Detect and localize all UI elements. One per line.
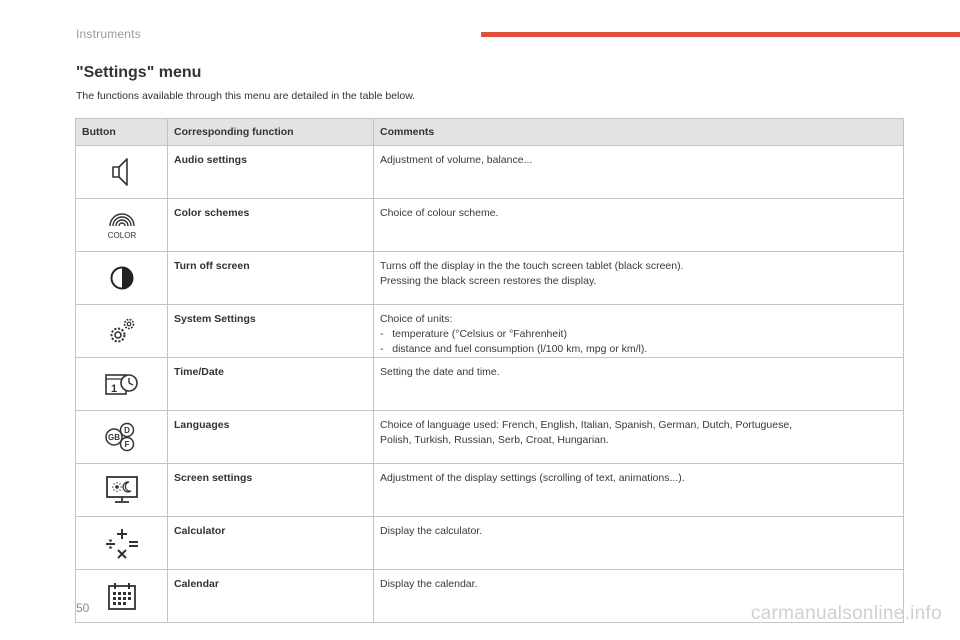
table-row: D GB F Languages Choice of language used… bbox=[75, 410, 904, 464]
lang-label-f: F bbox=[124, 440, 129, 449]
comment-cell: Adjustment of the display settings (scro… bbox=[373, 463, 904, 517]
comment-cell: Adjustment of volume, balance... bbox=[373, 145, 904, 199]
comment-cell: Turns off the display in the the touch s… bbox=[373, 251, 904, 305]
comment-line: Adjustment of volume, balance... bbox=[380, 154, 533, 166]
watermark: carmanualsonline.info bbox=[750, 603, 942, 624]
comment-line: Display the calculator. bbox=[380, 525, 483, 537]
button-cell bbox=[75, 304, 168, 358]
button-cell bbox=[75, 463, 168, 517]
function-name: System Settings bbox=[167, 304, 374, 358]
calendar-clock-icon: 1 bbox=[104, 374, 138, 395]
comment-line: Turns off the display in the the touch s… bbox=[380, 260, 684, 272]
function-name: Calculator bbox=[167, 516, 374, 570]
comment-line: Display the calendar. bbox=[380, 578, 478, 590]
function-name: Languages bbox=[167, 410, 374, 464]
intro-text: The functions available through this men… bbox=[76, 90, 416, 102]
table-row: Audio settings Adjustment of volume, bal… bbox=[75, 145, 904, 199]
comment-cell: Display the calculator. bbox=[373, 516, 904, 570]
button-cell: COLOR bbox=[75, 198, 168, 252]
function-name: Audio settings bbox=[167, 145, 374, 199]
button-cell bbox=[75, 145, 168, 199]
page-number: 50 bbox=[76, 601, 90, 615]
comment-line: Choice of language used: French, English… bbox=[380, 419, 793, 431]
comment-line: Choice of units: bbox=[380, 313, 453, 325]
header-accent-bar bbox=[481, 32, 960, 37]
comment-cell: Choice of language used: French, English… bbox=[373, 410, 904, 464]
gears-icon bbox=[110, 318, 134, 343]
calendar-day-label: 1 bbox=[110, 383, 116, 395]
page-title: "Settings" menu bbox=[76, 64, 202, 81]
comment-cell: Choice of units: - temperature (°Celsius… bbox=[373, 304, 904, 358]
screen-day-night-icon bbox=[105, 476, 138, 503]
column-header-function: Corresponding function bbox=[167, 118, 374, 146]
lang-label-gb: GB bbox=[108, 433, 120, 442]
lang-label-d: D bbox=[124, 426, 130, 435]
color-icon-label: COLOR bbox=[107, 231, 136, 240]
table-row: System Settings Choice of units: - tempe… bbox=[75, 304, 904, 358]
function-name: Time/Date bbox=[167, 357, 374, 411]
table-row: Turn off screen Turns off the display in… bbox=[75, 251, 904, 305]
button-cell: D GB F bbox=[75, 410, 168, 464]
column-header-button: Button bbox=[75, 118, 168, 146]
comment-line: Pressing the black screen restores the d… bbox=[380, 275, 597, 287]
function-name: Color schemes bbox=[167, 198, 374, 252]
comment-cell: Setting the date and time. bbox=[373, 357, 904, 411]
calculator-icon bbox=[105, 529, 138, 559]
function-name: Turn off screen bbox=[167, 251, 374, 305]
function-name: Screen settings bbox=[167, 463, 374, 517]
comment-line: Adjustment of the display settings (scro… bbox=[380, 472, 685, 484]
table-row: COLOR Color schemes Choice of colour sch… bbox=[75, 198, 904, 252]
comment-line: - distance and fuel consumption (l/100 k… bbox=[380, 343, 648, 355]
comment-line: Setting the date and time. bbox=[380, 366, 500, 378]
calendar-icon bbox=[107, 583, 136, 610]
comment-cell: Choice of colour scheme. bbox=[373, 198, 904, 252]
button-cell bbox=[75, 516, 168, 570]
table-row: 1 Time/Date Setting the date and time. bbox=[75, 357, 904, 411]
comment-line: Choice of colour scheme. bbox=[380, 207, 499, 219]
comment-line: Polish, Turkish, Russian, Serb, Croat, H… bbox=[380, 434, 609, 446]
speaker-icon bbox=[111, 158, 128, 186]
table-header-row: Button Corresponding function Comments bbox=[75, 118, 904, 146]
button-cell: 1 bbox=[75, 357, 168, 411]
language-flags-icon: D GB F bbox=[104, 422, 134, 452]
section-label: Instruments bbox=[76, 27, 141, 41]
color-palette-icon: COLOR bbox=[107, 213, 136, 240]
comment-line: - temperature (°Celsius or °Fahrenheit) bbox=[380, 328, 567, 340]
function-name: Calendar bbox=[167, 569, 374, 623]
column-header-comments: Comments bbox=[373, 118, 904, 146]
half-moon-screen-off-icon bbox=[110, 266, 133, 290]
button-cell bbox=[75, 251, 168, 305]
settings-table: Button Corresponding function Comments A… bbox=[75, 118, 904, 623]
table-row: Screen settings Adjustment of the displa… bbox=[75, 463, 904, 517]
table-row: Calculator Display the calculator. bbox=[75, 516, 904, 570]
